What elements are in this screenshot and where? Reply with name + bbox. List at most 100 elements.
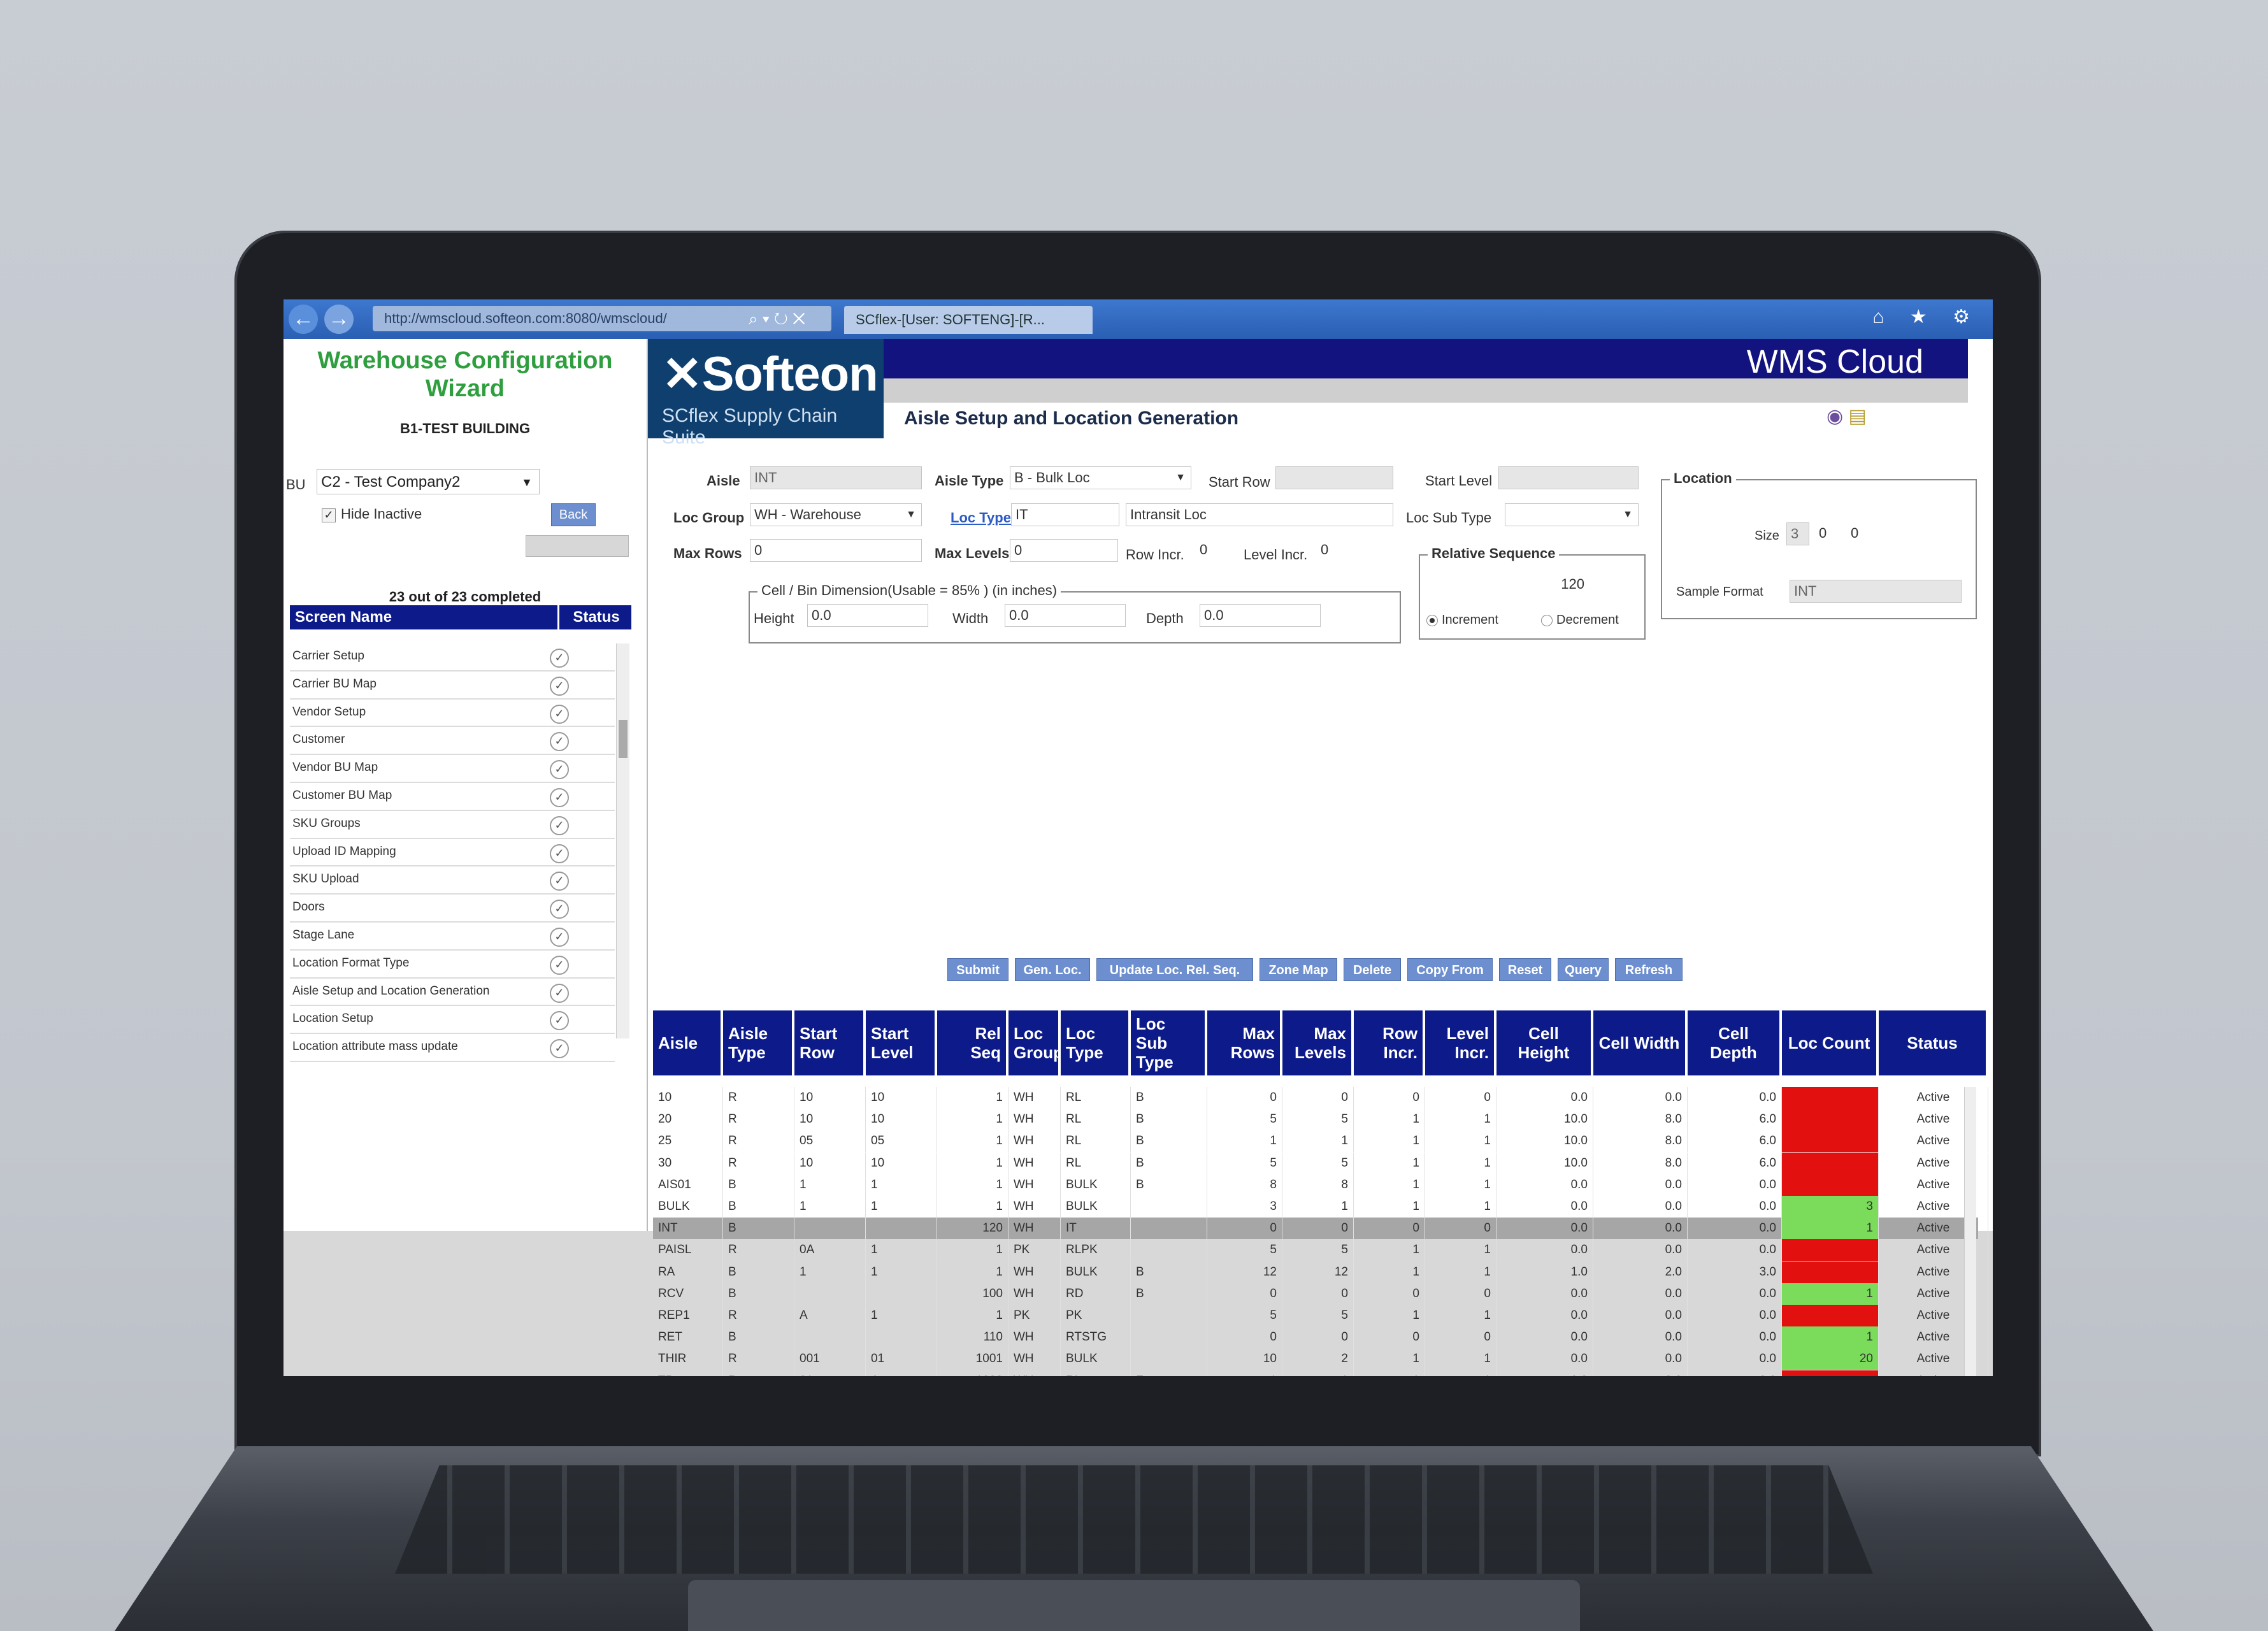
table-row[interactable]: RET B 110 WH RTSTG 0 0 0 0 0.0 0.0 0.0 1 Active bbox=[653, 1326, 1988, 1349]
table-row[interactable]: RCV B 100 WH RD B 0 0 0 0 0.0 0.0 0.0 1 Active bbox=[653, 1283, 1988, 1305]
refresh-button[interactable]: Refresh bbox=[1615, 958, 1683, 981]
table-cell: WH bbox=[1008, 1283, 1061, 1305]
grid-scrollbar[interactable] bbox=[1964, 1087, 1976, 1376]
back-arrow-icon[interactable]: ← bbox=[289, 305, 318, 334]
scrollbar-thumb[interactable] bbox=[619, 720, 628, 758]
grid-column-header[interactable]: Status bbox=[1879, 1010, 1988, 1075]
table-cell: 0.0 bbox=[1593, 1196, 1688, 1218]
height-field[interactable]: 0.0 bbox=[807, 604, 928, 627]
grid-column-header[interactable]: Max Levels bbox=[1282, 1010, 1354, 1075]
forward-arrow-icon[interactable]: → bbox=[324, 305, 354, 334]
table-row[interactable]: BULK B 1 1 1 WH BULK 3 1 1 1 0.0 0.0 0.0 3 Active bbox=[653, 1196, 1988, 1218]
level-incr-field[interactable]: 0 bbox=[1317, 539, 1368, 562]
table-row[interactable]: 20 R 10 10 1 WH RL B 5 5 1 1 10.0 8.0 6.0 Active bbox=[653, 1109, 1988, 1131]
grid-column-header[interactable]: Max Rows bbox=[1207, 1010, 1282, 1075]
grid-column-header[interactable]: Loc Sub Type bbox=[1131, 1010, 1207, 1075]
grid-column-header[interactable]: Start Level bbox=[866, 1010, 937, 1075]
screen-list-item[interactable]: SKU Upload ✓ bbox=[290, 866, 615, 895]
grid-column-header[interactable]: Row Incr. bbox=[1354, 1010, 1425, 1075]
grid-column-header[interactable]: Level Incr. bbox=[1425, 1010, 1496, 1075]
screen-list-item[interactable]: Doors ✓ bbox=[290, 895, 615, 923]
grid-column-header[interactable]: Start Row bbox=[794, 1010, 866, 1075]
table-row[interactable]: 25 R 05 05 1 WH RL B 1 1 1 1 10.0 8.0 6.0 Active bbox=[653, 1130, 1988, 1153]
grid-column-header[interactable]: Loc Count bbox=[1782, 1010, 1879, 1075]
size-field-2[interactable]: 0 bbox=[1815, 522, 1843, 545]
browser-home-star-gear-icons[interactable]: ⌂ ★ ⚙ bbox=[1872, 306, 1980, 328]
table-cell: 5 bbox=[1282, 1152, 1354, 1174]
screen-list-item[interactable]: SKU Groups ✓ bbox=[290, 811, 615, 839]
table-row[interactable]: TPR01A1000WHRLF11110.00.00.0Active bbox=[653, 1370, 1988, 1376]
screen-list-item[interactable]: Carrier BU Map ✓ bbox=[290, 672, 615, 700]
table-row[interactable]: AIS01 B 1 1 1 WH BULK B 8 8 1 1 0.0 0.0 0.0 Active bbox=[653, 1174, 1988, 1196]
screen-list-item[interactable]: Stage Lane ✓ bbox=[290, 923, 615, 951]
table-row[interactable]: REP1 R A 1 1 PK PK 5 5 1 1 0.0 0.0 0.0 Active bbox=[653, 1305, 1988, 1326]
screen-list-scrollbar[interactable] bbox=[616, 643, 629, 1038]
table-row[interactable]: PAISL R 0A 1 1 PK RLPK 5 5 1 1 0.0 0.0 0.0 Active bbox=[653, 1239, 1988, 1261]
start-row-field[interactable] bbox=[1275, 466, 1393, 489]
table-row[interactable]: INT B 120 WH IT 0 0 0 0 0.0 0.0 0.0 1 Active bbox=[653, 1218, 1988, 1240]
loc-type-link[interactable]: Loc Type bbox=[951, 510, 1011, 526]
update-loc-rel-seq-button[interactable]: Update Loc. Rel. Seq. bbox=[1096, 958, 1253, 981]
grid-column-header[interactable]: Aisle Type bbox=[723, 1010, 794, 1075]
table-cell: 1 bbox=[866, 1196, 937, 1218]
address-tools-icons[interactable]: ⌕ ▾ ↻ ✕ bbox=[749, 306, 805, 331]
table-row[interactable]: 10 R 10 10 1 WH RL B 0 0 0 0 0.0 0.0 0.0 Active bbox=[653, 1087, 1988, 1109]
browser-tab[interactable]: SCflex-[User: SOFTENG]-[R... bbox=[844, 306, 1093, 334]
reset-button[interactable]: Reset bbox=[1499, 958, 1551, 981]
gen-loc-button[interactable]: Gen. Loc. bbox=[1015, 958, 1090, 981]
help-icon[interactable]: ◉ bbox=[1827, 406, 1843, 427]
loc-count-cell bbox=[1782, 1239, 1879, 1261]
grid-column-header[interactable]: Aisle bbox=[653, 1010, 723, 1075]
delete-button[interactable]: Delete bbox=[1344, 958, 1401, 981]
grid-column-header[interactable]: Rel Seq bbox=[937, 1010, 1008, 1075]
row-incr-field[interactable]: 0 bbox=[1196, 539, 1234, 562]
depth-field[interactable]: 0.0 bbox=[1200, 604, 1321, 627]
loc-sub-type-select[interactable]: ▼ bbox=[1505, 503, 1639, 526]
table-row[interactable]: RA B 1 1 1 WH BULK B 12 12 1 1 1.0 2.0 3.0 Active bbox=[653, 1261, 1988, 1283]
screen-list-item[interactable]: Customer ✓ bbox=[290, 727, 615, 756]
grid-column-header[interactable]: Loc Group bbox=[1008, 1010, 1063, 1075]
zone-map-button[interactable]: Zone Map bbox=[1260, 958, 1337, 981]
export-icon[interactable]: ▤ bbox=[1849, 406, 1867, 427]
screen-list-item[interactable]: Location Format Type ✓ bbox=[290, 951, 615, 979]
back-button[interactable]: Back bbox=[551, 503, 596, 526]
start-row-label: Start Row bbox=[1209, 474, 1270, 490]
loc-group-select[interactable]: WH - Warehouse ▼ bbox=[750, 503, 922, 526]
screen-list-item[interactable]: Customer BU Map ✓ bbox=[290, 783, 615, 811]
bu-select[interactable]: C2 - Test Company2 ▼ bbox=[317, 469, 540, 494]
relative-sequence-field[interactable]: 120 bbox=[1476, 573, 1591, 596]
table-cell: B bbox=[1131, 1261, 1207, 1283]
table-row[interactable]: 30 R 10 10 1 WH RL B 5 5 1 1 10.0 8.0 6.0 Active bbox=[653, 1152, 1988, 1174]
grid-column-header[interactable]: Loc Type bbox=[1061, 1010, 1131, 1075]
copy-from-button[interactable]: Copy From bbox=[1407, 958, 1493, 981]
start-level-field[interactable] bbox=[1498, 466, 1639, 489]
submit-button[interactable]: Submit bbox=[947, 958, 1008, 981]
screen-list-item[interactable]: Location attribute mass update ✓ bbox=[290, 1034, 615, 1062]
grid-column-header[interactable]: Cell Height bbox=[1496, 1010, 1593, 1075]
hide-inactive-checkbox[interactable]: ✓ Hide Inactive bbox=[322, 506, 422, 522]
aisle-field[interactable]: INT bbox=[750, 466, 922, 489]
screen-list-item[interactable]: Carrier Setup ✓ bbox=[290, 643, 615, 672]
table-cell: 0.0 bbox=[1593, 1326, 1688, 1349]
screen-list-item[interactable]: Location Setup ✓ bbox=[290, 1006, 615, 1035]
table-row[interactable]: THIR R 001 01 1001 WH BULK 10 2 1 1 0.0 0.0 0.0 20 Acti… bbox=[653, 1348, 1988, 1370]
screen-list-item[interactable]: Vendor Setup ✓ bbox=[290, 700, 615, 728]
table-cell: 1 bbox=[1425, 1348, 1496, 1370]
table-cell: 0 bbox=[1207, 1087, 1282, 1109]
decrement-radio[interactable]: Decrement bbox=[1541, 613, 1619, 628]
loc-type-field[interactable]: IT bbox=[1011, 503, 1119, 526]
max-rows-field[interactable]: 0 bbox=[750, 539, 922, 562]
grid-column-header[interactable]: Cell Width bbox=[1593, 1010, 1688, 1075]
screen-list-item[interactable]: Vendor BU Map ✓ bbox=[290, 755, 615, 783]
grid-column-header[interactable]: Cell Depth bbox=[1688, 1010, 1782, 1075]
query-button[interactable]: Query bbox=[1558, 958, 1609, 981]
size-field-3[interactable]: 0 bbox=[1847, 522, 1875, 545]
screen-list-item[interactable]: Aisle Setup and Location Generation ✓ bbox=[290, 979, 615, 1007]
size-field-1[interactable]: 3 bbox=[1786, 522, 1809, 545]
screen-list-item[interactable]: Upload ID Mapping ✓ bbox=[290, 839, 615, 867]
increment-radio[interactable]: Increment bbox=[1426, 613, 1498, 628]
aisle-type-select[interactable]: B - Bulk Loc ▼ bbox=[1010, 466, 1191, 489]
width-field[interactable]: 0.0 bbox=[1005, 604, 1126, 627]
table-cell: R bbox=[723, 1152, 794, 1174]
max-levels-field[interactable]: 0 bbox=[1010, 539, 1118, 562]
